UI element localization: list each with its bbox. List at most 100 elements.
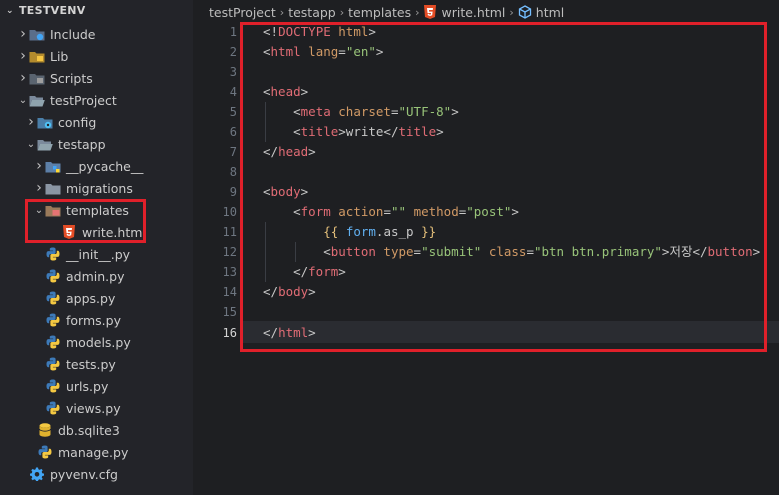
breadcrumb-separator-icon: › (279, 5, 285, 19)
chevron-down-icon: ⌄ (6, 5, 14, 16)
tree-file-apps-py[interactable]: apps.py (0, 287, 193, 309)
explorer-sidebar: ⌄ TESTVENV › Include › Lib › Scripts ⌄ testProj… (0, 0, 193, 495)
tree-item-label: models.py (66, 334, 131, 350)
tree-item-label: testapp (58, 136, 106, 152)
python-icon (45, 247, 61, 261)
line-number: 14 (222, 285, 237, 299)
tree-item-label: forms.py (66, 312, 121, 328)
tree-item-label: db.sqlite3 (58, 422, 120, 438)
breadcrumb-item[interactable]: write.html (442, 5, 506, 20)
python-icon (45, 379, 61, 393)
tree-file-pyvenv-cfg[interactable]: pyvenv.cfg (0, 463, 193, 485)
explorer-root[interactable]: ⌄ TESTVENV (6, 4, 86, 17)
symbol-element-icon (518, 5, 532, 19)
tree-folder-lib[interactable]: › Lib (0, 45, 193, 67)
chevron-right-icon[interactable]: › (33, 180, 45, 196)
line-number: 6 (229, 125, 237, 139)
folder-open-icon (29, 93, 45, 107)
chevron-down-icon[interactable]: ⌄ (25, 139, 37, 150)
tree-item-label: apps.py (66, 290, 116, 306)
breadcrumb-item[interactable]: testProject (209, 5, 276, 20)
chevron-right-icon[interactable]: › (25, 114, 37, 130)
line-number: 11 (222, 225, 237, 239)
gear-icon (29, 467, 45, 481)
tree-item-label: manage.py (58, 444, 129, 460)
tree-file-init-py[interactable]: __init__.py (0, 243, 193, 265)
breadcrumb-item[interactable]: html (536, 5, 564, 20)
templates-highlight-box (25, 199, 146, 243)
python-icon (45, 291, 61, 305)
tree-folder-scripts[interactable]: › Scripts (0, 67, 193, 89)
python-icon (45, 401, 61, 415)
python-icon (45, 357, 61, 371)
tree-item-label: testProject (50, 92, 117, 108)
tree-folder-testproject[interactable]: ⌄ testProject (0, 89, 193, 111)
chevron-right-icon[interactable]: › (17, 70, 29, 86)
breadcrumb-separator-icon: › (415, 5, 420, 19)
line-number: 2 (229, 45, 237, 59)
folder-open-icon (37, 137, 53, 151)
tree-item-label: tests.py (66, 356, 116, 372)
tree-folder-include[interactable]: › Include (0, 23, 193, 45)
tree-folder-config[interactable]: › config (0, 111, 193, 133)
chevron-right-icon[interactable]: › (17, 26, 29, 42)
tree-file-models-py[interactable]: models.py (0, 331, 193, 353)
line-number: 5 (229, 105, 237, 119)
line-number: 4 (229, 85, 237, 99)
tree-item-label: admin.py (66, 268, 125, 284)
line-number: 16 (222, 326, 237, 340)
tree-item-label: Include (50, 26, 96, 42)
folder-scripts-icon (29, 71, 45, 85)
python-icon (45, 335, 61, 349)
tree-file-urls-py[interactable]: urls.py (0, 375, 193, 397)
folder-python-icon (45, 159, 61, 173)
database-icon (37, 423, 53, 437)
tree-item-label: __init__.py (66, 246, 131, 262)
line-number: 15 (222, 305, 237, 319)
tree-item-label: config (58, 114, 97, 130)
chevron-right-icon[interactable]: › (33, 158, 45, 174)
tree-folder-pycache[interactable]: › __pycache__ (0, 155, 193, 177)
line-number: 12 (222, 245, 237, 259)
line-number: 7 (229, 145, 237, 159)
tree-file-db-sqlite3[interactable]: db.sqlite3 (0, 419, 193, 441)
tree-file-manage-py[interactable]: manage.py (0, 441, 193, 463)
tree-item-label: Lib (50, 48, 69, 64)
explorer-root-label: TESTVENV (19, 4, 86, 17)
breadcrumb: testProject › testapp › templates › write.html… (209, 3, 564, 21)
tree-item-label: pyvenv.cfg (50, 466, 118, 482)
chevron-down-icon[interactable]: ⌄ (17, 95, 29, 106)
breadcrumb-separator-icon: › (509, 5, 514, 19)
folder-icon (45, 181, 61, 195)
line-number: 13 (222, 265, 237, 279)
line-number: 3 (229, 65, 237, 79)
tree-item-label: views.py (66, 400, 121, 416)
line-number: 9 (229, 185, 237, 199)
tree-file-views-py[interactable]: views.py (0, 397, 193, 419)
tree-file-tests-py[interactable]: tests.py (0, 353, 193, 375)
tree-folder-migrations[interactable]: › migrations (0, 177, 193, 199)
folder-include-icon (29, 27, 45, 41)
tree-file-forms-py[interactable]: forms.py (0, 309, 193, 331)
python-icon (45, 269, 61, 283)
folder-lib-icon (29, 49, 45, 63)
breadcrumb-item[interactable]: testapp (288, 5, 336, 20)
line-number: 10 (222, 205, 237, 219)
html5-icon (423, 5, 436, 19)
breadcrumb-item[interactable]: templates (348, 5, 411, 20)
python-icon (45, 313, 61, 327)
tree-folder-testapp[interactable]: ⌄ testapp (0, 133, 193, 155)
tree-item-label: migrations (66, 180, 133, 196)
chevron-right-icon[interactable]: › (17, 48, 29, 64)
line-number: 8 (229, 165, 237, 179)
breadcrumb-separator-icon: › (339, 5, 345, 19)
python-icon (37, 445, 53, 459)
tree-item-label: urls.py (66, 378, 109, 394)
tree-file-admin-py[interactable]: admin.py (0, 265, 193, 287)
code-highlight-box (240, 22, 767, 352)
line-number: 1 (229, 25, 237, 39)
folder-config-icon (37, 115, 53, 129)
code-editor: testProject › testapp › templates › write.html… (193, 0, 779, 495)
tree-item-label: Scripts (50, 70, 93, 86)
tree-item-label: __pycache__ (66, 158, 144, 174)
